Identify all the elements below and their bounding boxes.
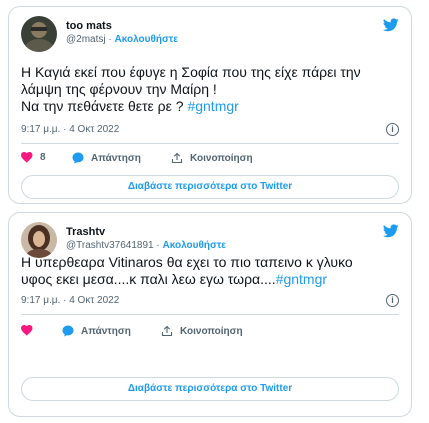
- heart-icon: [21, 152, 33, 163]
- share-icon: [161, 325, 173, 337]
- action-bar: Απάντηση Κοινοποίηση: [21, 325, 399, 343]
- reply-button[interactable]: Απάντηση: [62, 325, 131, 337]
- reply-icon: [72, 152, 84, 164]
- like-count: 8: [40, 152, 46, 163]
- read-more-button[interactable]: Διαβάστε περισσότερα στο Twitter: [21, 175, 399, 199]
- share-label: Κοινοποίηση: [180, 325, 243, 337]
- read-more-button[interactable]: Διαβάστε περισσότερα στο Twitter: [21, 377, 399, 401]
- reply-icon: [62, 325, 74, 337]
- info-icon[interactable]: i: [386, 123, 399, 136]
- share-button[interactable]: Κοινοποίηση: [171, 152, 253, 164]
- like-button[interactable]: [21, 325, 40, 336]
- action-bar: 8 Απάντηση Κοινοποίηση: [21, 152, 399, 170]
- info-icon[interactable]: i: [386, 294, 399, 307]
- timestamp[interactable]: 9:17 μ.μ. · 4 Οκτ 2022: [21, 124, 119, 135]
- twitter-bird-icon[interactable]: [383, 224, 399, 238]
- tweet-text-line: Η υπερθεαρα Vitinaros θα εχει το πιο ταπ…: [21, 254, 353, 270]
- tweet-card: too mats @2matsj · Ακολουθήστε Η Καγιά ε…: [8, 6, 412, 204]
- heart-icon: [21, 325, 33, 336]
- tweet-text: Η υπερθεαρα Vitinaros θα εχει το πιο ταπ…: [21, 254, 399, 288]
- tweet-header: too mats @2matsj · Ακολουθήστε: [21, 16, 399, 56]
- tweet-text-line: λάμψη της φέρνουν την Μαίρη !: [21, 81, 217, 97]
- timestamp[interactable]: 9:17 μ.μ. · 4 Οκτ 2022: [21, 295, 119, 306]
- reply-label: Απάντηση: [81, 325, 131, 337]
- display-name[interactable]: Trashtv: [66, 225, 226, 239]
- display-name[interactable]: too mats: [66, 19, 178, 33]
- share-button[interactable]: Κοινοποίηση: [161, 325, 243, 337]
- reply-button[interactable]: Απάντηση: [72, 152, 141, 164]
- tweet-text-line: Η Καγιά εκεί που έφυγε η Σοφία που της ε…: [21, 64, 361, 80]
- handle[interactable]: @2matsj: [66, 34, 106, 45]
- handle[interactable]: @Trashtv37641891: [66, 240, 154, 251]
- twitter-bird-icon[interactable]: [383, 18, 399, 32]
- tweet-text-line: Να την πεθάνετε θετε ρε ?: [21, 98, 188, 114]
- avatar[interactable]: [21, 222, 57, 258]
- hashtag-link[interactable]: #gntmgr: [276, 271, 327, 287]
- author-info: too mats @2matsj · Ακολουθήστε: [66, 19, 178, 47]
- tweet-text: Η Καγιά εκεί που έφυγε η Σοφία που της ε…: [21, 64, 399, 115]
- divider: [21, 143, 399, 144]
- author-info: Trashtv @Trashtv37641891 · Ακολουθήστε: [66, 225, 226, 253]
- hashtag-link[interactable]: #gntmgr: [187, 98, 238, 114]
- follow-button[interactable]: Ακολουθήστε: [115, 34, 179, 45]
- follow-button[interactable]: Ακολουθήστε: [163, 240, 227, 251]
- reply-label: Απάντηση: [91, 152, 141, 164]
- divider: [21, 314, 399, 315]
- share-icon: [171, 152, 183, 164]
- tweet-card: Trashtv @Trashtv37641891 · Ακολουθήστε Η…: [8, 212, 412, 417]
- avatar[interactable]: [21, 16, 57, 52]
- share-label: Κοινοποίηση: [190, 152, 253, 164]
- tweet-text-line: υφος εκει μεσα....κ παλι λεω εγω τωρα...…: [21, 271, 276, 287]
- like-button[interactable]: 8: [21, 152, 46, 163]
